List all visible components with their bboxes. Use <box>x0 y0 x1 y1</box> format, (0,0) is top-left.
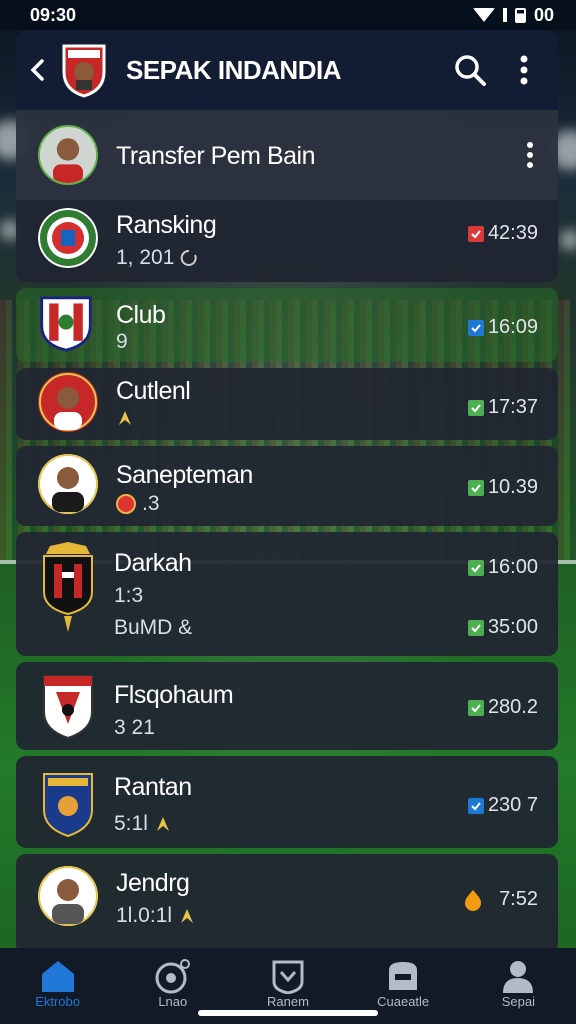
item-more-button[interactable] <box>524 142 536 172</box>
player-avatar <box>38 866 98 926</box>
player-avatar <box>38 454 98 514</box>
list-item-time: 10.39 <box>487 476 538 498</box>
list-item-title: Sanepteman <box>116 461 253 489</box>
list-item[interactable]: Darkah 1:3 BuMD & 16:00 35:00 <box>16 532 558 656</box>
list-item-time: 16:00 <box>487 556 538 578</box>
list-item-subtitle-2: BuMD & <box>114 616 193 639</box>
signal-icon <box>502 8 507 22</box>
list-item-title: Transfer Pem Bain <box>116 142 315 170</box>
list-item-title: Jendrg <box>116 869 190 897</box>
status-bar: 09:30 00 <box>0 0 576 30</box>
list-item[interactable]: Ransking 1, 201 42:39 <box>16 200 558 282</box>
list-item-time: 42:39 <box>487 222 538 244</box>
checkbox-icon <box>467 225 484 242</box>
tab-ball[interactable]: Lnao <box>123 958 223 1009</box>
list-item-subtitle: 5:1l <box>114 812 148 835</box>
checkbox-icon <box>467 479 484 496</box>
list-item[interactable]: Rantan 5:1l 230 7 <box>16 756 558 848</box>
status-time: 09:30 <box>30 4 77 25</box>
tab-label: Sepai <box>501 994 535 1009</box>
shield-icon <box>268 958 308 994</box>
wifi-icon <box>472 8 495 22</box>
refresh-icon <box>181 249 197 266</box>
tab-label: Ektrobo <box>35 994 80 1009</box>
club-crest <box>40 770 96 838</box>
list-item-time: 16:09 <box>487 316 538 338</box>
checkbox-icon <box>467 559 484 576</box>
list-item[interactable]: Cutlenl 17:37 <box>16 368 558 440</box>
tab-profile[interactable]: Sepai <box>468 958 568 1009</box>
list-item-subtitle: 9 <box>116 330 128 353</box>
bird-icon <box>119 411 131 425</box>
checkbox-icon <box>467 699 484 716</box>
list-item-time: 230 7 <box>487 794 538 816</box>
tab-chat[interactable]: Cuaeatle <box>353 958 453 1009</box>
more-vertical-icon <box>520 55 528 85</box>
flame-icon <box>465 889 482 911</box>
list-item-title: Cutlenl <box>116 377 191 405</box>
player-avatar <box>38 125 98 185</box>
tab-home[interactable]: Ektrobo <box>8 958 108 1009</box>
tab-ranking[interactable]: Ranem <box>238 958 338 1009</box>
club-crest <box>38 294 98 354</box>
list-item-title: Flsqohaum <box>114 681 234 709</box>
mini-crest-icon <box>116 494 136 514</box>
checkbox-icon <box>467 319 484 336</box>
home-icon <box>38 958 78 994</box>
list-item-time-2: 35:00 <box>487 616 538 638</box>
list-item[interactable]: Jendrg 1l.0:1l 7:52 <box>16 854 558 954</box>
chevron-left-icon <box>30 59 44 81</box>
list-item[interactable]: Sanepteman .3 10.39 <box>16 446 558 526</box>
back-button[interactable] <box>24 50 50 90</box>
profile-icon <box>498 958 538 994</box>
list-item-title: Rantan <box>114 773 192 801</box>
list-item-subtitle: 3 21 <box>114 716 155 739</box>
tab-label: Cuaeatle <box>377 994 430 1009</box>
player-avatar <box>38 372 98 432</box>
list-item-time: 280.2 <box>487 696 538 718</box>
search-icon <box>455 55 486 86</box>
list-item-title: Club <box>116 301 166 329</box>
bird-icon <box>156 817 169 831</box>
app-bar: SEPAK INDANDIA <box>16 30 558 110</box>
home-indicator[interactable] <box>198 1010 378 1016</box>
checkbox-icon <box>467 399 484 416</box>
club-crest <box>40 542 96 634</box>
list-item[interactable]: Transfer Pem Bain <box>16 110 558 200</box>
club-crest-logo <box>62 44 106 98</box>
list-item-time: 7:52 <box>499 888 538 910</box>
club-crest <box>38 208 98 268</box>
checkbox-icon <box>467 619 484 636</box>
search-button[interactable] <box>448 48 492 92</box>
list-item[interactable]: Flsqohaum 3 21 280.2 <box>16 662 558 750</box>
chat-icon <box>383 958 423 994</box>
battery-icon <box>514 7 526 23</box>
list-item-subtitle: 1, 201 <box>116 246 175 269</box>
tab-label: Lnao <box>158 994 188 1009</box>
bird-icon <box>181 909 194 923</box>
tab-label: Ranem <box>267 994 309 1009</box>
club-crest <box>40 672 96 740</box>
list-item-subtitle: 1l.0:1l <box>116 904 173 927</box>
list-item-title: Darkah <box>114 549 192 577</box>
overflow-menu-button[interactable] <box>502 48 546 92</box>
checkbox-icon <box>467 797 484 814</box>
list-item-title: Ransking <box>116 211 217 239</box>
ball-icon <box>153 958 193 994</box>
list-item-subtitle: .3 <box>142 492 160 515</box>
battery-text: 00 <box>533 4 554 25</box>
list-item-time: 17:37 <box>487 396 538 418</box>
ranking-list: Transfer Pem Bain Ransking 1, 201 42:39 … <box>16 110 558 960</box>
list-item[interactable]: Club 9 16:09 <box>16 288 558 362</box>
list-item-subtitle: 1:3 <box>114 584 144 607</box>
app-title: SEPAK INDANDIA <box>126 54 341 85</box>
